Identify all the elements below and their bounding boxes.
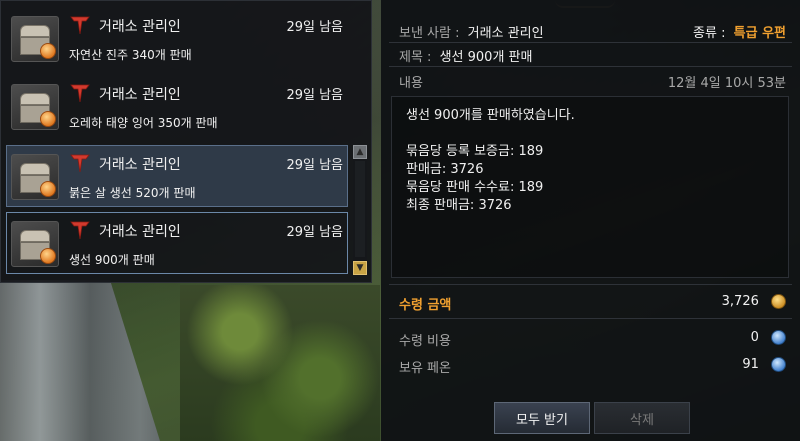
mail-subject: 붉은 살 생선 520개 판매 — [69, 186, 196, 200]
mail-item-selected[interactable]: 거래소 관리인 29일 남음 붉은 살 생선 520개 판매 — [6, 145, 348, 207]
body-line: 묶음당 판매 수수료: 189 — [406, 180, 544, 195]
divider — [389, 318, 792, 319]
receive-cost-row: 수령 비용 0 — [399, 330, 786, 349]
gold-coin-icon — [771, 294, 786, 309]
trade-post-logo-icon — [70, 84, 90, 103]
mail-detail-panel: 보낸 사람 : 거래소 관리인 종류 : 특급 우편 제목 : 생선 900개 … — [381, 0, 800, 441]
mail-body: 생선 900개를 판매하였습니다. 묶음당 등록 보증금: 189 판매금: 3… — [391, 96, 789, 278]
divider — [389, 42, 792, 43]
pheon-icon — [771, 357, 786, 372]
divider — [389, 284, 792, 285]
mail-sender: 거래소 관리인 — [99, 224, 181, 240]
receive-amount-value: 3,726 — [721, 294, 759, 309]
mail-days-left: 29일 남음 — [286, 158, 343, 173]
subject-value: 생선 900개 판매 — [439, 50, 533, 65]
foliage — [180, 285, 380, 441]
divider — [389, 66, 792, 67]
mail-sender: 거래소 관리인 — [99, 87, 181, 103]
mail-days-left: 29일 남음 — [286, 20, 343, 35]
type-value: 특급 우편 — [733, 26, 786, 41]
mail-days-left: 29일 남음 — [286, 88, 343, 103]
treasure-chest-icon — [11, 84, 59, 130]
sender-row: 보낸 사람 : 거래소 관리인 종류 : 특급 우편 — [399, 22, 786, 41]
mail-list: 거래소 관리인 29일 남음 자연산 진주 340개 판매 거래소 관리인 29… — [0, 0, 372, 283]
body-line — [406, 125, 774, 143]
receive-amount-label: 수령 금액 — [399, 298, 452, 313]
treasure-chest-icon — [11, 154, 59, 200]
timestamp: 12월 4일 10시 53분 — [667, 76, 786, 91]
mail-sender: 거래소 관리인 — [99, 19, 181, 35]
owned-value: 91 — [742, 357, 759, 372]
receive-amount-row: 수령 금액 3,726 — [399, 294, 786, 313]
receive-cost-label: 수령 비용 — [399, 334, 451, 349]
content-label: 내용 — [399, 76, 423, 91]
content-row: 내용 12월 4일 10시 53분 — [399, 72, 786, 91]
receive-cost-value: 0 — [750, 330, 759, 345]
trade-post-logo-icon — [70, 16, 90, 35]
mail-sender: 거래소 관리인 — [99, 157, 181, 173]
mail-list-scrollbar[interactable]: ▲ ▼ — [353, 145, 367, 275]
mail-item[interactable]: 거래소 관리인 29일 남음 오레하 태양 잉어 350개 판매 — [6, 75, 348, 137]
owned-label: 보유 페온 — [399, 361, 451, 376]
trade-post-logo-icon — [70, 221, 90, 240]
subject-row: 제목 : 생선 900개 판매 — [399, 46, 786, 65]
pheon-icon — [771, 330, 786, 345]
sender-label: 보낸 사람 : — [399, 26, 460, 41]
receive-all-button[interactable]: 모두 받기 — [494, 402, 590, 434]
owned-pheon-row: 보유 페온 91 — [399, 357, 786, 376]
sender-value: 거래소 관리인 — [467, 26, 544, 41]
mail-item[interactable]: 거래소 관리인 29일 남음 자연산 진주 340개 판매 — [6, 7, 348, 69]
delete-button[interactable]: 삭제 — [594, 402, 690, 434]
mail-subject: 오레하 태양 잉어 350개 판매 — [69, 116, 218, 130]
treasure-chest-icon — [11, 221, 59, 267]
body-line: 최종 판매금: 3726 — [406, 198, 512, 213]
scroll-up-icon[interactable]: ▲ — [353, 145, 367, 159]
treasure-chest-icon — [11, 16, 59, 62]
body-line: 묶음당 등록 보증금: 189 — [406, 144, 544, 159]
type-label: 종류 : — [693, 26, 726, 41]
mail-item[interactable]: 거래소 관리인 29일 남음 생선 900개 판매 — [6, 212, 348, 274]
mail-subject: 자연산 진주 340개 판매 — [69, 48, 192, 62]
mail-days-left: 29일 남음 — [286, 225, 343, 240]
scroll-thumb[interactable] — [355, 161, 365, 257]
body-line: 생선 900개를 판매하였습니다. — [406, 108, 575, 123]
stone-pillar — [0, 280, 160, 441]
trade-post-logo-icon — [70, 154, 90, 173]
body-line: 판매금: 3726 — [406, 162, 484, 177]
scroll-down-icon[interactable]: ▼ — [353, 261, 367, 275]
subject-label: 제목 : — [399, 50, 432, 65]
mail-subject: 생선 900개 판매 — [69, 253, 155, 267]
